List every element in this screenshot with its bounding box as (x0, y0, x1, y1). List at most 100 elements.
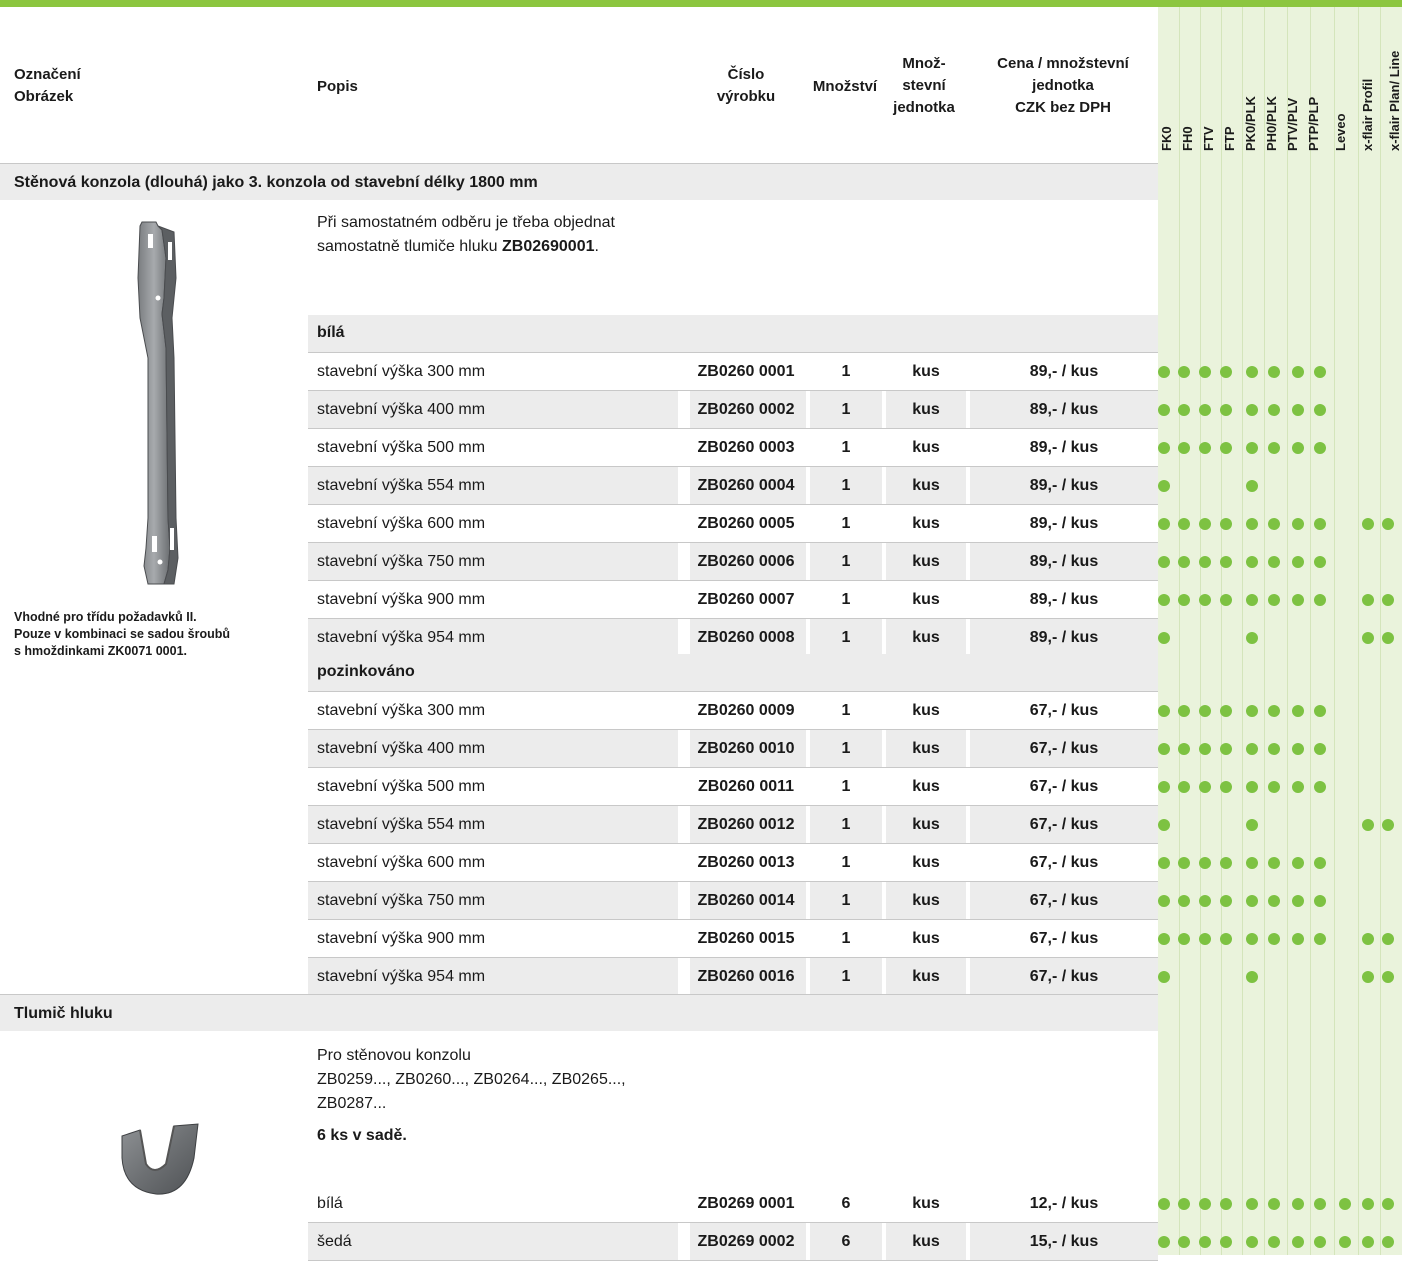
compatibility-dot (1382, 819, 1394, 831)
compatibility-dot (1246, 594, 1258, 606)
row-description: stavební výška 600 mm (317, 514, 486, 532)
compatibility-dot (1158, 895, 1170, 907)
compat-grid-line (1380, 7, 1381, 1255)
row-description: stavební výška 300 mm (317, 362, 486, 380)
unit: kus (912, 777, 940, 795)
compatibility-dot (1246, 857, 1258, 869)
unit: kus (912, 1194, 940, 1212)
compatibility-dot (1339, 1236, 1351, 1248)
section-title: Stěnová konzola (dlouhá) jako 3. konzola… (14, 174, 538, 191)
price: 67,- / kus (1029, 891, 1099, 909)
compatibility-dot (1362, 971, 1374, 983)
product-number: ZB0260 0015 (697, 929, 795, 947)
compatibility-dot (1220, 594, 1232, 606)
unit: kus (912, 514, 940, 532)
compatibility-dot (1199, 594, 1211, 606)
product-number: ZB0269 0001 (697, 1194, 795, 1212)
compatibility-dot (1178, 857, 1190, 869)
compatibility-dot (1220, 556, 1232, 568)
compatibility-dot (1158, 781, 1170, 793)
compatibility-dot (1158, 705, 1170, 717)
group-header-white: bílá (308, 315, 1158, 353)
compatibility-dot (1362, 1236, 1374, 1248)
row-description: stavební výška 400 mm (317, 400, 486, 418)
table-row: stavební výška 500 mm ZB0260 0011 1 kus 67,-… (308, 768, 1158, 806)
compatibility-dot (1199, 556, 1211, 568)
compatibility-dot (1178, 1198, 1190, 1210)
unit: kus (912, 590, 940, 608)
compatibility-dot (1314, 933, 1326, 945)
compat-header: Leveo (1333, 113, 1348, 151)
compatibility-dot (1292, 366, 1304, 378)
compatibility-dot (1268, 781, 1280, 793)
section-description: Při samostatném odběru je třeba objednat… (317, 214, 615, 255)
unit: kus (912, 438, 940, 456)
compatibility-dot (1220, 518, 1232, 530)
price: 89,- / kus (1029, 400, 1099, 418)
product-number: ZB0260 0007 (697, 590, 795, 608)
compatibility-dot (1292, 895, 1304, 907)
price: 89,- / kus (1029, 362, 1099, 380)
product-number: ZB0260 0005 (697, 514, 795, 532)
quantity: 1 (841, 853, 851, 871)
table-row: stavební výška 300 mm ZB0260 0001 1 kus 89,-… (308, 353, 1158, 391)
compatibility-dot (1158, 556, 1170, 568)
compatibility-dot (1246, 404, 1258, 416)
compatibility-dot (1220, 933, 1232, 945)
compatibility-dot (1292, 705, 1304, 717)
unit: kus (912, 552, 940, 570)
table-row: stavební výška 554 mm ZB0260 0004 1 kus 89,-… (308, 467, 1158, 505)
row-description: stavební výška 554 mm (317, 476, 486, 494)
quantity: 1 (841, 701, 851, 719)
product-number: ZB0260 0012 (697, 815, 795, 833)
compat-header: FTV (1201, 126, 1216, 151)
compatibility-dot (1220, 1236, 1232, 1248)
compatibility-dot (1246, 480, 1258, 492)
compatibility-dot (1292, 1198, 1304, 1210)
compatibility-dot (1382, 933, 1394, 945)
compatibility-dot (1220, 404, 1232, 416)
product-number: ZB0260 0004 (697, 476, 795, 494)
compatibility-dot (1246, 819, 1258, 831)
compat-header: PK0/PLK (1243, 96, 1258, 151)
compatibility-dot (1314, 743, 1326, 755)
quantity: 1 (841, 739, 851, 757)
product-number: ZB0260 0001 (697, 362, 795, 380)
table-row: stavební výška 900 mm ZB0260 0015 1 kus 67,-… (308, 920, 1158, 958)
unit: kus (912, 400, 940, 418)
compat-header: x-flair Plan/ Line (1387, 50, 1402, 151)
compatibility-dot (1314, 442, 1326, 454)
compatibility-dot (1199, 933, 1211, 945)
quantity: 6 (841, 1194, 851, 1212)
compatibility-dot (1158, 857, 1170, 869)
compat-header: PH0/PLK (1264, 96, 1279, 151)
compatibility-dot (1292, 556, 1304, 568)
product-number: ZB0260 0016 (697, 967, 795, 985)
product-number: ZB0260 0006 (697, 552, 795, 570)
compatibility-dot (1158, 442, 1170, 454)
quantity: 1 (841, 628, 851, 646)
compat-grid-line (1287, 7, 1288, 1255)
compatibility-dot (1314, 404, 1326, 416)
compatibility-dot (1199, 743, 1211, 755)
section-title: Tlumič hluku (14, 1005, 113, 1022)
row-description: šedá (317, 1232, 352, 1250)
compatibility-dot (1382, 518, 1394, 530)
table-row: stavební výška 500 mm ZB0260 0003 1 kus 89,-… (308, 429, 1158, 467)
quantity: 6 (841, 1232, 851, 1250)
compatibility-dot (1199, 895, 1211, 907)
quantity: 1 (841, 891, 851, 909)
compatibility-dot (1158, 404, 1170, 416)
compatibility-dot (1220, 705, 1232, 717)
compatibility-dot (1314, 1236, 1326, 1248)
compatibility-dot (1362, 819, 1374, 831)
compatibility-dot (1178, 781, 1190, 793)
compatibility-dot (1199, 705, 1211, 717)
compatibility-dot (1158, 1236, 1170, 1248)
compatibility-dot (1268, 933, 1280, 945)
compat-grid-line (1200, 7, 1201, 1255)
table-row: stavební výška 954 mm ZB0260 0016 1 kus 67,-… (308, 958, 1158, 996)
compatibility-dot (1158, 366, 1170, 378)
price: 67,- / kus (1029, 815, 1099, 833)
compatibility-dot (1246, 895, 1258, 907)
